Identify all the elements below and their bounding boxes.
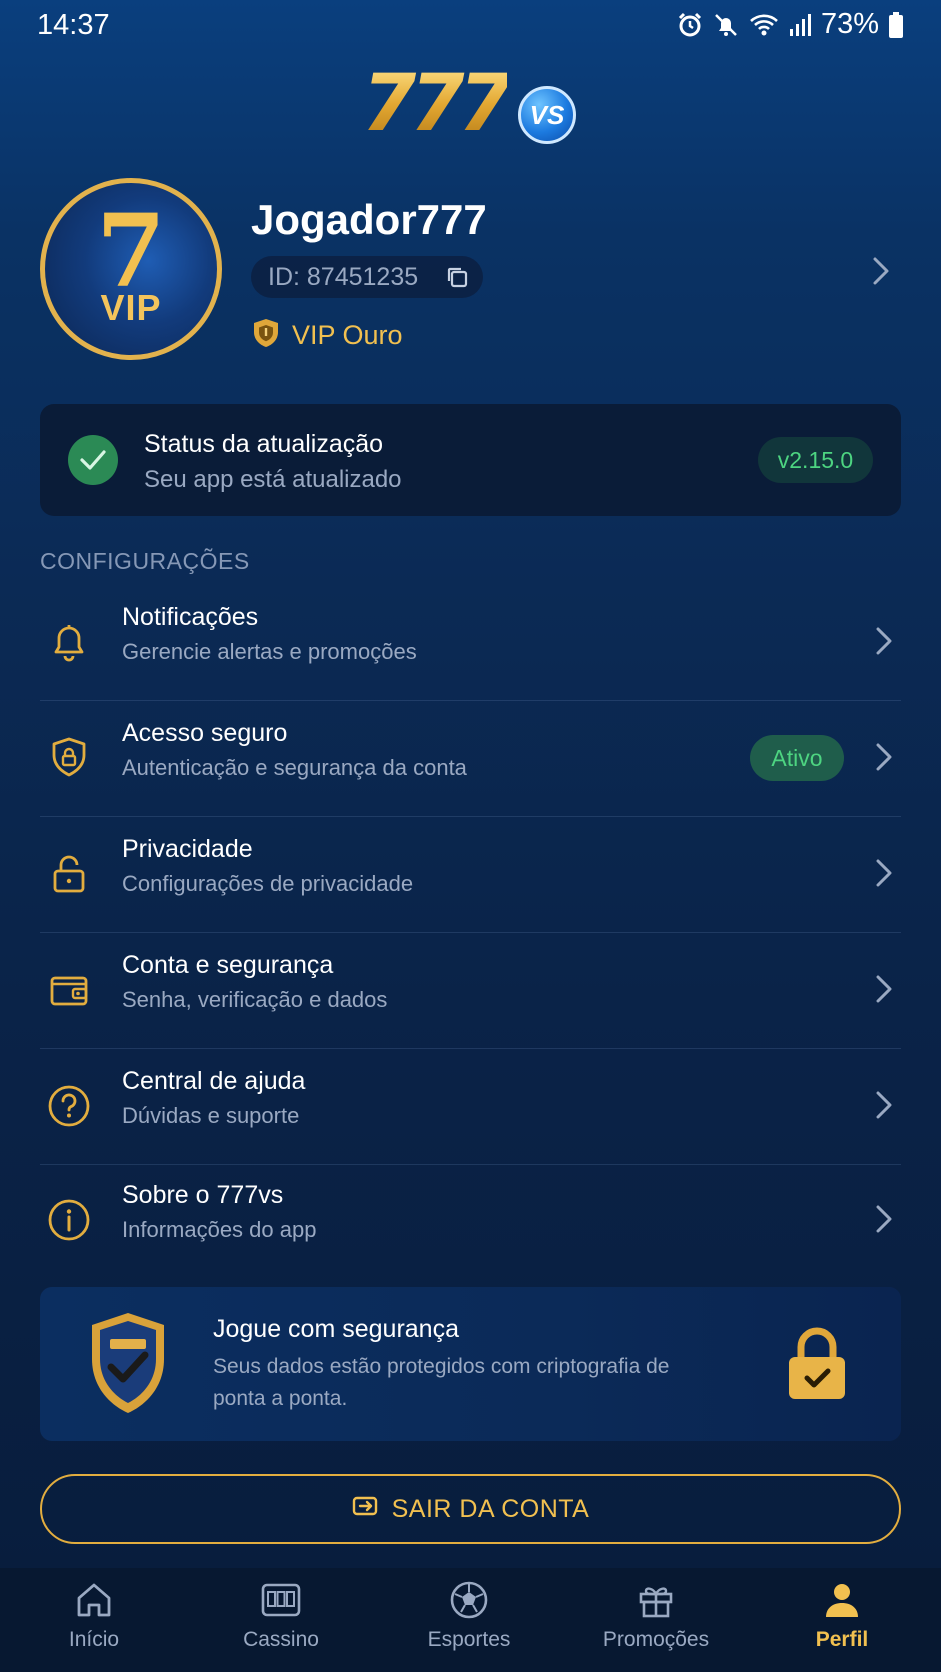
nav-label: Promoções: [602, 1628, 710, 1651]
logo-vs-badge: VS: [518, 86, 576, 144]
chevron-right-icon: [875, 974, 893, 1009]
check-icon: [68, 435, 118, 485]
menu-item-secure-access[interactable]: Acesso seguro Autenticação e segurança d…: [40, 701, 901, 817]
nav-item-home[interactable]: Início: [14, 1580, 174, 1652]
status-time: 14:37: [37, 9, 110, 41]
help-icon: [46, 1083, 92, 1129]
menu-item-notifications[interactable]: Notificações Gerencie alertas e promoçõe…: [40, 585, 901, 701]
menu-item-title: Privacidade: [122, 835, 253, 863]
menu-item-title: Acesso seguro: [122, 719, 288, 747]
update-title: Status da atualização: [144, 430, 384, 458]
safe-card-title: Jogue com segurança: [213, 1315, 459, 1343]
battery-percent: 73%: [820, 8, 879, 40]
battery-icon: [889, 11, 903, 38]
status-icons: 73%: [677, 8, 903, 41]
menu-item-subtitle: Senha, verificação e dados: [122, 987, 388, 1012]
menu-item-title: Conta e segurança: [122, 951, 334, 979]
nav-label: Perfil: [815, 1628, 869, 1651]
user-id: ID: 87451235: [268, 262, 419, 291]
slot-machine-icon: [201, 1580, 361, 1620]
padlock-icon: [785, 1325, 849, 1408]
chevron-right-icon: [875, 1204, 893, 1239]
nav-item-profile[interactable]: Perfil: [762, 1580, 922, 1652]
bell-icon: [46, 619, 92, 665]
app-logo: 777 VS: [362, 62, 582, 152]
menu-item-title: Notificações: [122, 603, 259, 631]
menu-item-subtitle: Informações do app: [122, 1217, 317, 1242]
chevron-right-icon: [875, 626, 893, 661]
logo-777: 777: [362, 59, 513, 149]
user-icon: [762, 1580, 922, 1620]
chevron-right-icon: [875, 858, 893, 893]
nav-label: Cassino: [243, 1628, 319, 1651]
menu-item-help-center[interactable]: Central de ajuda Dúvidas e suporte: [40, 1049, 901, 1165]
gift-icon: [576, 1580, 736, 1620]
signal-icon: [789, 13, 811, 37]
safe-play-card: Jogue com segurança Seus dados estão pro…: [40, 1287, 901, 1441]
section-label-settings: CONFIGURAÇÕES: [40, 548, 250, 574]
nav-item-casino[interactable]: Cassino: [201, 1580, 361, 1652]
user-id-pill: ID: 87451235: [251, 256, 483, 298]
wifi-icon: [749, 13, 779, 37]
status-bar: 14:37 73%: [0, 0, 941, 52]
bottom-nav: Início Cassino Esportes Promoções Perfil: [0, 1568, 941, 1672]
menu-item-title: Sobre o 777vs: [122, 1181, 284, 1209]
nav-item-promotions[interactable]: Promoções: [576, 1580, 736, 1652]
update-status-card: Status da atualização Seu app está atual…: [40, 404, 901, 516]
info-icon: [46, 1197, 92, 1243]
menu-item-account-security[interactable]: Conta e segurança Senha, verificação e d…: [40, 933, 901, 1049]
menu-item-subtitle: Dúvidas e suporte: [122, 1103, 300, 1128]
chevron-right-icon: [875, 742, 893, 777]
avatar[interactable]: 7 VIP: [40, 178, 222, 360]
menu-item-subtitle: Gerencie alertas e promoções: [122, 639, 417, 664]
logout-button[interactable]: SAIR DA CONTA: [40, 1474, 901, 1544]
home-icon: [14, 1580, 174, 1620]
vip-level-text: VIP Ouro: [292, 320, 403, 350]
mute-bell-icon: [713, 12, 739, 38]
alarm-icon: [677, 12, 703, 38]
menu-item-title: Central de ajuda: [122, 1067, 306, 1095]
safe-card-text: Seus dados estão protegidos com criptogr…: [213, 1355, 670, 1410]
nav-label: Esportes: [427, 1628, 511, 1651]
lock-icon: [46, 851, 92, 897]
nav-item-sports[interactable]: Esportes: [389, 1580, 549, 1652]
avatar-vip: VIP: [100, 287, 162, 328]
logout-icon: [352, 1495, 378, 1524]
vip-shield-icon: [252, 318, 280, 353]
username: Jogador777: [251, 196, 487, 243]
wallet-icon: [46, 967, 92, 1013]
menu-item-privacy[interactable]: Privacidade Configurações de privacidade: [40, 817, 901, 933]
chevron-right-icon: [875, 1090, 893, 1125]
shield-check-icon: [86, 1309, 170, 1424]
copy-icon[interactable]: [445, 265, 469, 294]
menu-item-subtitle: Configurações de privacidade: [122, 871, 414, 896]
status-badge: Ativo: [750, 735, 844, 781]
menu-item-about[interactable]: Sobre o 777vs Informações do app: [40, 1163, 901, 1279]
profile-chevron-right-icon[interactable]: [872, 256, 890, 291]
shield-lock-icon: [46, 735, 92, 781]
menu-item-subtitle: Autenticação e segurança da conta: [122, 755, 467, 780]
update-subtitle: Seu app está atualizado: [144, 466, 402, 493]
vip-level: VIP Ouro: [252, 318, 403, 353]
nav-label: Início: [68, 1628, 120, 1651]
version-badge: v2.15.0: [758, 437, 873, 483]
logout-label: SAIR DA CONTA: [391, 1494, 590, 1523]
avatar-seven: 7: [96, 192, 166, 310]
soccer-ball-icon: [389, 1580, 549, 1620]
